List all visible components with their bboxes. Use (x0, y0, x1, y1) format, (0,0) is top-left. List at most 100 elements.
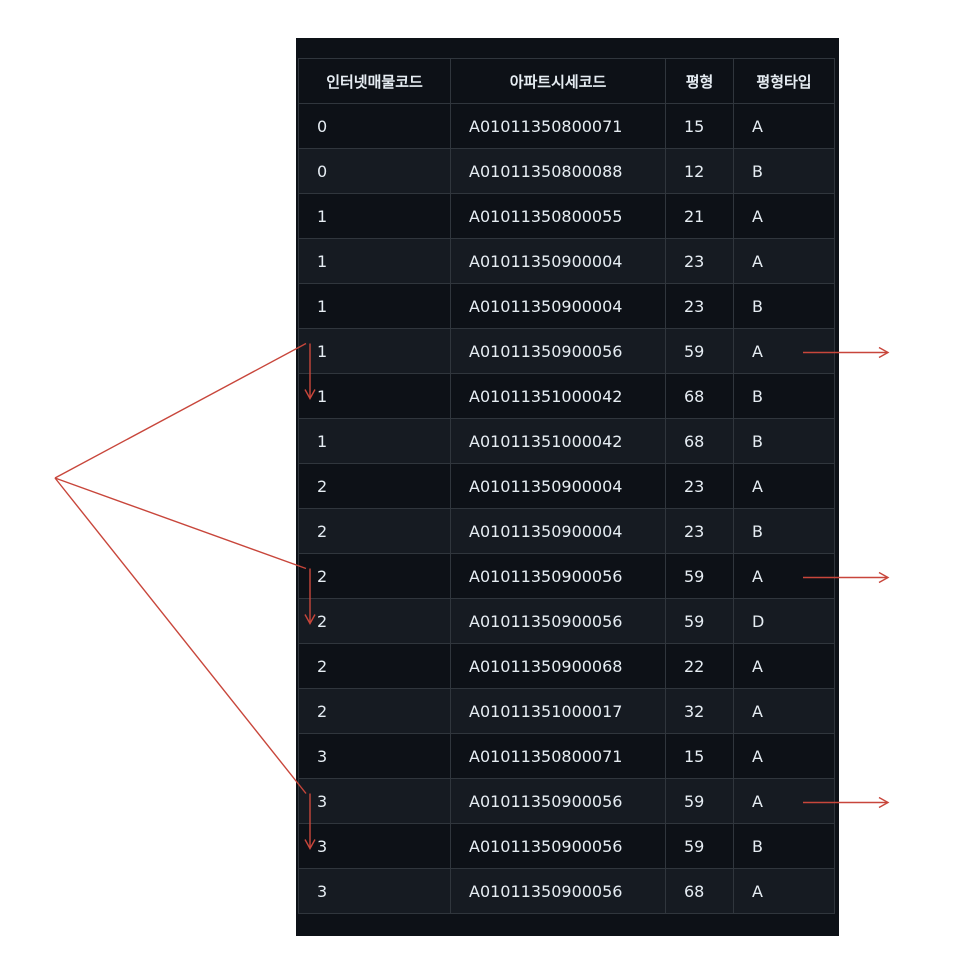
cell-area: 15 (665, 733, 734, 779)
screenshot-stage: 인터넷매물코드 아파트시세코드 평형 평형타입 0 A01011350800071… (0, 0, 966, 980)
cell-area: 21 (665, 193, 734, 239)
cell-area: 59 (665, 553, 734, 599)
cell-listing-code: 0 (298, 103, 451, 149)
cell-area: 68 (665, 868, 734, 914)
table-row[interactable]: 2 A01011350900004 23 A (298, 463, 835, 509)
cell-listing-code: 2 (298, 643, 451, 689)
cell-area-type: B (733, 148, 835, 194)
cell-area-type: A (733, 238, 835, 284)
cell-area: 23 (665, 283, 734, 329)
table-row[interactable]: 3 A01011350900056 59 A (298, 778, 835, 824)
cell-area: 68 (665, 373, 734, 419)
cell-listing-code: 1 (298, 418, 451, 464)
table-row[interactable]: 1 A01011350800055 21 A (298, 193, 835, 239)
cell-apt-price-code: A01011350900056 (450, 328, 666, 374)
cell-listing-code: 3 (298, 868, 451, 914)
cell-apt-price-code: A01011350900056 (450, 823, 666, 869)
cell-area-type: B (733, 823, 835, 869)
column-header-area[interactable]: 평형 (665, 58, 734, 104)
cell-area: 23 (665, 508, 734, 554)
table-row[interactable]: 1 A01011350900004 23 A (298, 238, 835, 284)
cell-apt-price-code: A01011350900056 (450, 598, 666, 644)
table-row[interactable]: 1 A01011350900004 23 B (298, 283, 835, 329)
cell-area: 23 (665, 463, 734, 509)
table-row[interactable]: 1 A01011351000042 68 B (298, 418, 835, 464)
cell-listing-code: 3 (298, 823, 451, 869)
table-row[interactable]: 3 A01011350800071 15 A (298, 733, 835, 779)
column-header-apt-price-code[interactable]: 아파트시세코드 (450, 58, 666, 104)
cell-area-type: B (733, 508, 835, 554)
cell-apt-price-code: A01011350900056 (450, 778, 666, 824)
cell-listing-code: 2 (298, 508, 451, 554)
column-header-area-type[interactable]: 평형타입 (733, 58, 835, 104)
cell-apt-price-code: A01011350900004 (450, 463, 666, 509)
cell-listing-code: 1 (298, 238, 451, 284)
cell-listing-code: 0 (298, 148, 451, 194)
cell-apt-price-code: A01011350800071 (450, 103, 666, 149)
cell-area: 22 (665, 643, 734, 689)
cell-listing-code: 2 (298, 463, 451, 509)
cell-area: 23 (665, 238, 734, 284)
cell-apt-price-code: A01011350900004 (450, 238, 666, 284)
cell-listing-code: 2 (298, 553, 451, 599)
table-row[interactable]: 1 A01011350900056 59 A (298, 328, 835, 374)
cell-listing-code: 1 (298, 283, 451, 329)
cell-area-type: B (733, 283, 835, 329)
pointer-line (54, 342, 307, 479)
cell-apt-price-code: A01011351000042 (450, 373, 666, 419)
cell-area-type: A (733, 463, 835, 509)
column-header-listing-code[interactable]: 인터넷매물코드 (298, 58, 451, 104)
cell-area: 68 (665, 418, 734, 464)
cell-area-type: D (733, 598, 835, 644)
table-body: 0 A01011350800071 15 A 0 A01011350800088 12 B 1 A… (298, 103, 835, 914)
cell-apt-price-code: A01011351000042 (450, 418, 666, 464)
cell-listing-code: 3 (298, 733, 451, 779)
table-row[interactable]: 2 A01011350900056 59 D (298, 598, 835, 644)
cell-area-type: A (733, 688, 835, 734)
cell-area-type: A (733, 328, 835, 374)
cell-area: 32 (665, 688, 734, 734)
pointer-line (54, 477, 307, 794)
right-arrow-icon (878, 571, 890, 584)
table-row[interactable]: 0 A01011350800071 15 A (298, 103, 835, 149)
cell-area: 59 (665, 328, 734, 374)
cell-area-type: A (733, 103, 835, 149)
table-row[interactable]: 3 A01011350900056 59 B (298, 823, 835, 869)
cell-apt-price-code: A01011350800055 (450, 193, 666, 239)
table-row[interactable]: 2 A01011350900056 59 A (298, 553, 835, 599)
cell-area-type: A (733, 778, 835, 824)
cell-listing-code: 3 (298, 778, 451, 824)
cell-listing-code: 2 (298, 598, 451, 644)
table-row[interactable]: 1 A01011351000042 68 B (298, 373, 835, 419)
cell-apt-price-code: A01011350900056 (450, 553, 666, 599)
cell-apt-price-code: A01011350900068 (450, 643, 666, 689)
cell-area-type: B (733, 418, 835, 464)
table-row[interactable]: 2 A01011350900004 23 B (298, 508, 835, 554)
cell-apt-price-code: A01011350900004 (450, 508, 666, 554)
cell-area-type: A (733, 553, 835, 599)
cell-listing-code: 1 (298, 328, 451, 374)
table-row[interactable]: 2 A01011350900068 22 A (298, 643, 835, 689)
table-row[interactable]: 0 A01011350800088 12 B (298, 148, 835, 194)
cell-area: 15 (665, 103, 734, 149)
cell-listing-code: 2 (298, 688, 451, 734)
cell-listing-code: 1 (298, 193, 451, 239)
cell-apt-price-code: A01011350800088 (450, 148, 666, 194)
cell-area-type: A (733, 193, 835, 239)
table-panel: 인터넷매물코드 아파트시세코드 평형 평형타입 0 A01011350800071… (296, 38, 839, 936)
pointer-line (54, 477, 307, 570)
cell-apt-price-code: A01011350900004 (450, 283, 666, 329)
cell-area-type: A (733, 733, 835, 779)
cell-area: 59 (665, 823, 734, 869)
cell-area: 59 (665, 598, 734, 644)
cell-apt-price-code: A01011350900056 (450, 868, 666, 914)
listing-table: 인터넷매물코드 아파트시세코드 평형 평형타입 0 A01011350800071… (298, 58, 835, 914)
right-arrow-icon (878, 346, 890, 359)
cell-area-type: A (733, 643, 835, 689)
cell-area: 12 (665, 148, 734, 194)
cell-apt-price-code: A01011350800071 (450, 733, 666, 779)
cell-area: 59 (665, 778, 734, 824)
table-row[interactable]: 2 A01011351000017 32 A (298, 688, 835, 734)
table-row[interactable]: 3 A01011350900056 68 A (298, 868, 835, 914)
cell-apt-price-code: A01011351000017 (450, 688, 666, 734)
